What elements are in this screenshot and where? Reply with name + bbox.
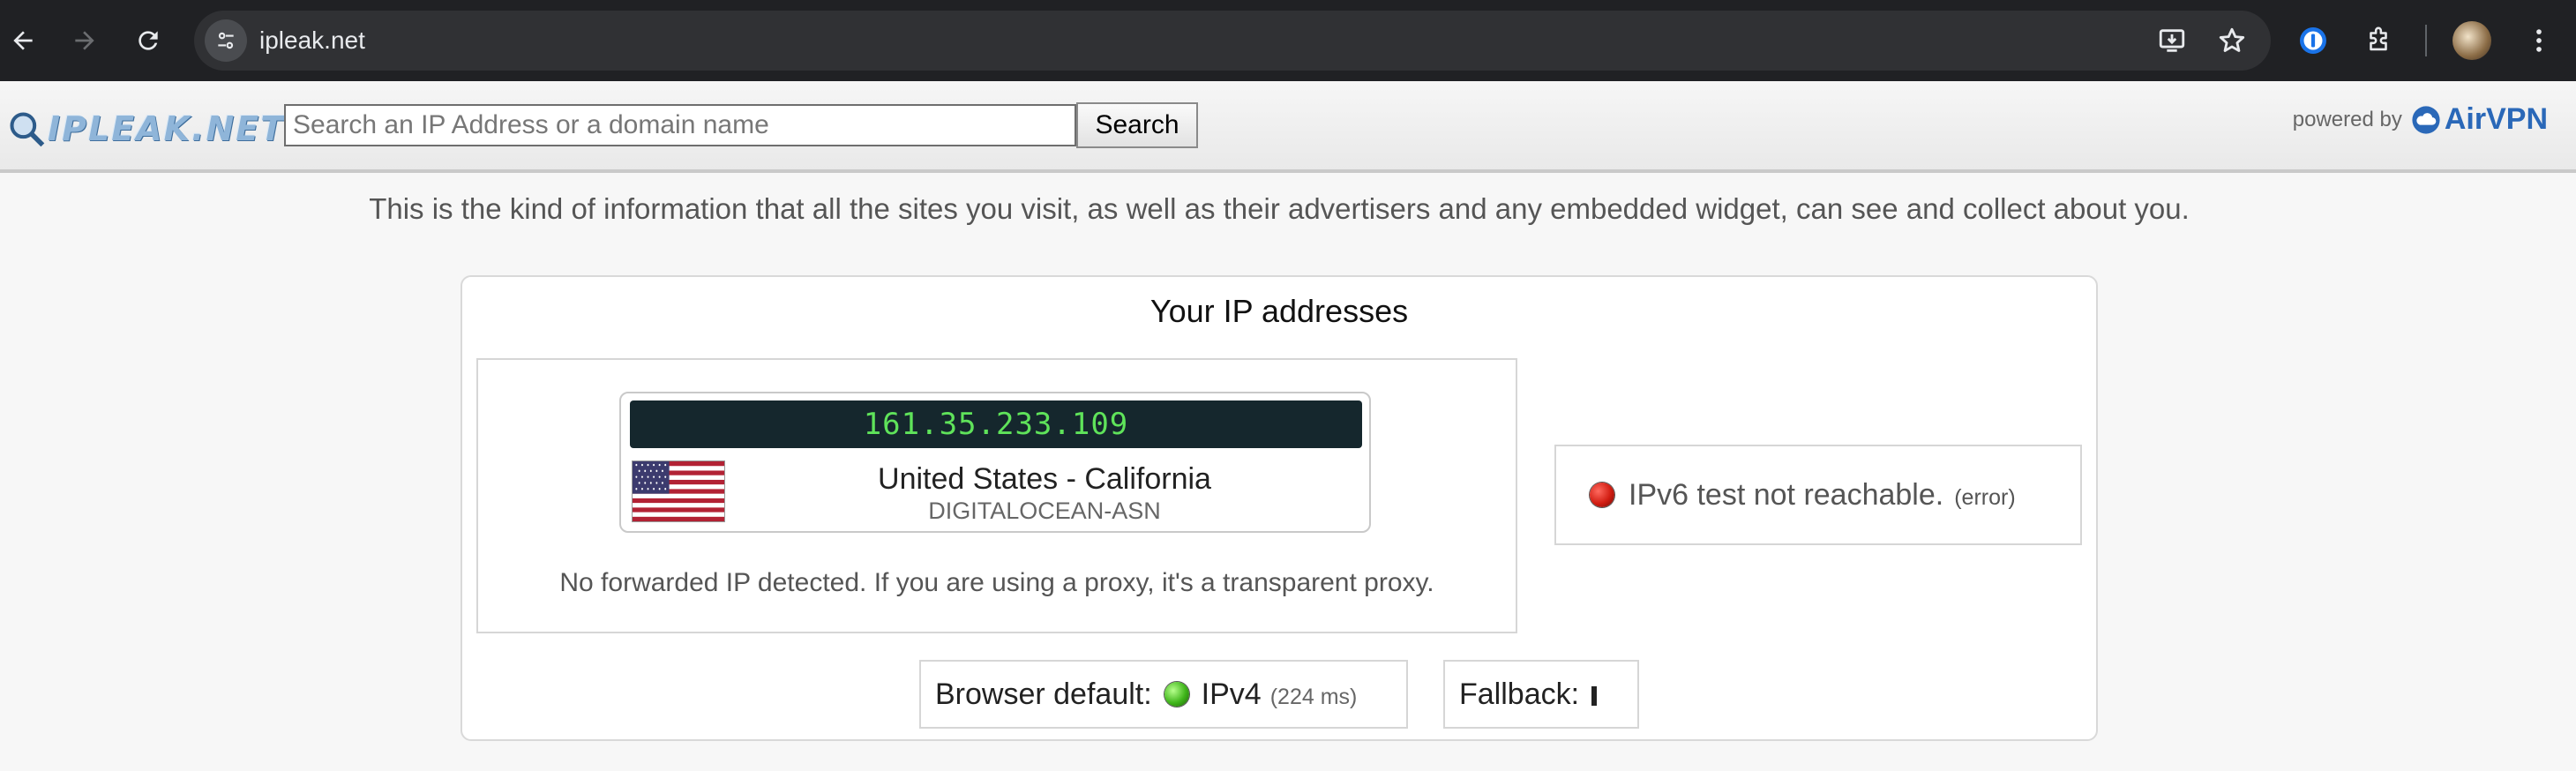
forwarded-ip-note: No forwarded IP detected. If you are usi… xyxy=(559,568,1434,597)
toolbar-separator xyxy=(2425,25,2427,56)
search-button[interactable]: Search xyxy=(1076,102,1198,148)
powered-by[interactable]: powered by AirVPN xyxy=(2293,102,2548,137)
profile-avatar[interactable] xyxy=(2452,21,2491,60)
panel-title: Your IP addresses xyxy=(1149,293,1409,329)
site-header: IPLEAK.NET Search powered by AirVPN xyxy=(0,81,2576,173)
reload-button[interactable] xyxy=(127,19,169,62)
browser-toolbar: ipleak.net xyxy=(0,0,2576,81)
menu-button[interactable] xyxy=(2518,19,2560,62)
browser-default-protocol: IPv4 xyxy=(1201,677,1262,711)
ipv4-box: 161.35.233.109 United States - Californi… xyxy=(476,358,1517,633)
reload-icon xyxy=(139,31,158,50)
forward-button[interactable] xyxy=(64,19,106,62)
loading-indicator xyxy=(1591,686,1598,706)
puzzle-icon xyxy=(2370,26,2387,51)
privacy-tagline: This is the kind of information that all… xyxy=(369,192,2190,225)
tune-icon xyxy=(218,32,234,49)
fallback-box: Fallback: xyxy=(1443,660,1639,729)
arrow-left-icon xyxy=(13,31,33,50)
browser-default-label: Browser default: xyxy=(935,677,1152,711)
fallback-label: Fallback: xyxy=(1459,677,1580,711)
ipv6-box: IPv6 test not reachable. (error) xyxy=(1554,445,2082,545)
us-flag-icon xyxy=(632,460,725,522)
ok-status-icon xyxy=(1164,682,1189,707)
ipv6-message: IPv6 test not reachable. xyxy=(1629,477,1944,512)
browser-default-box: Browser default: IPv4 (224 ms) xyxy=(919,660,1408,729)
ipleak-logo[interactable]: IPLEAK.NET xyxy=(7,104,285,153)
onepassword-icon xyxy=(2300,27,2326,54)
search-input[interactable] xyxy=(284,104,1076,146)
airvpn-cloud-icon xyxy=(2412,105,2440,134)
ip-location: United States - California xyxy=(878,462,1211,496)
airvpn-text: AirVPN xyxy=(2444,102,2548,136)
arrow-right-icon xyxy=(75,31,94,50)
star-icon xyxy=(2219,27,2245,52)
address-bar[interactable]: ipleak.net xyxy=(194,11,2271,71)
back-button[interactable] xyxy=(2,19,44,62)
ip-card: 161.35.233.109 United States - Californi… xyxy=(619,392,1371,533)
install-icon xyxy=(2159,29,2185,52)
password-manager-extension[interactable] xyxy=(2292,19,2334,62)
ip-addresses-panel: Your IP addresses 161.35.233.109 United … xyxy=(461,275,2098,741)
powered-by-label: powered by xyxy=(2292,107,2402,131)
url-text[interactable]: ipleak.net xyxy=(259,26,365,55)
more-vertical-icon xyxy=(2536,29,2542,52)
ipv6-error-detail: (error) xyxy=(1954,484,2016,510)
bookmark-button[interactable] xyxy=(2214,23,2250,58)
airvpn-logo[interactable]: AirVPN xyxy=(2411,102,2548,137)
ip-address: 161.35.233.109 xyxy=(630,400,1362,448)
browser-default-latency: (224 ms) xyxy=(1269,684,1358,709)
error-status-icon xyxy=(1590,483,1614,507)
logo-text: IPLEAK.NET xyxy=(48,109,286,148)
ip-asn: DIGITALOCEAN-ASN xyxy=(928,498,1161,524)
extensions-button[interactable] xyxy=(2357,19,2400,62)
magnifier-icon xyxy=(10,112,45,147)
install-app-button[interactable] xyxy=(2154,23,2190,58)
site-info-button[interactable] xyxy=(205,19,247,62)
